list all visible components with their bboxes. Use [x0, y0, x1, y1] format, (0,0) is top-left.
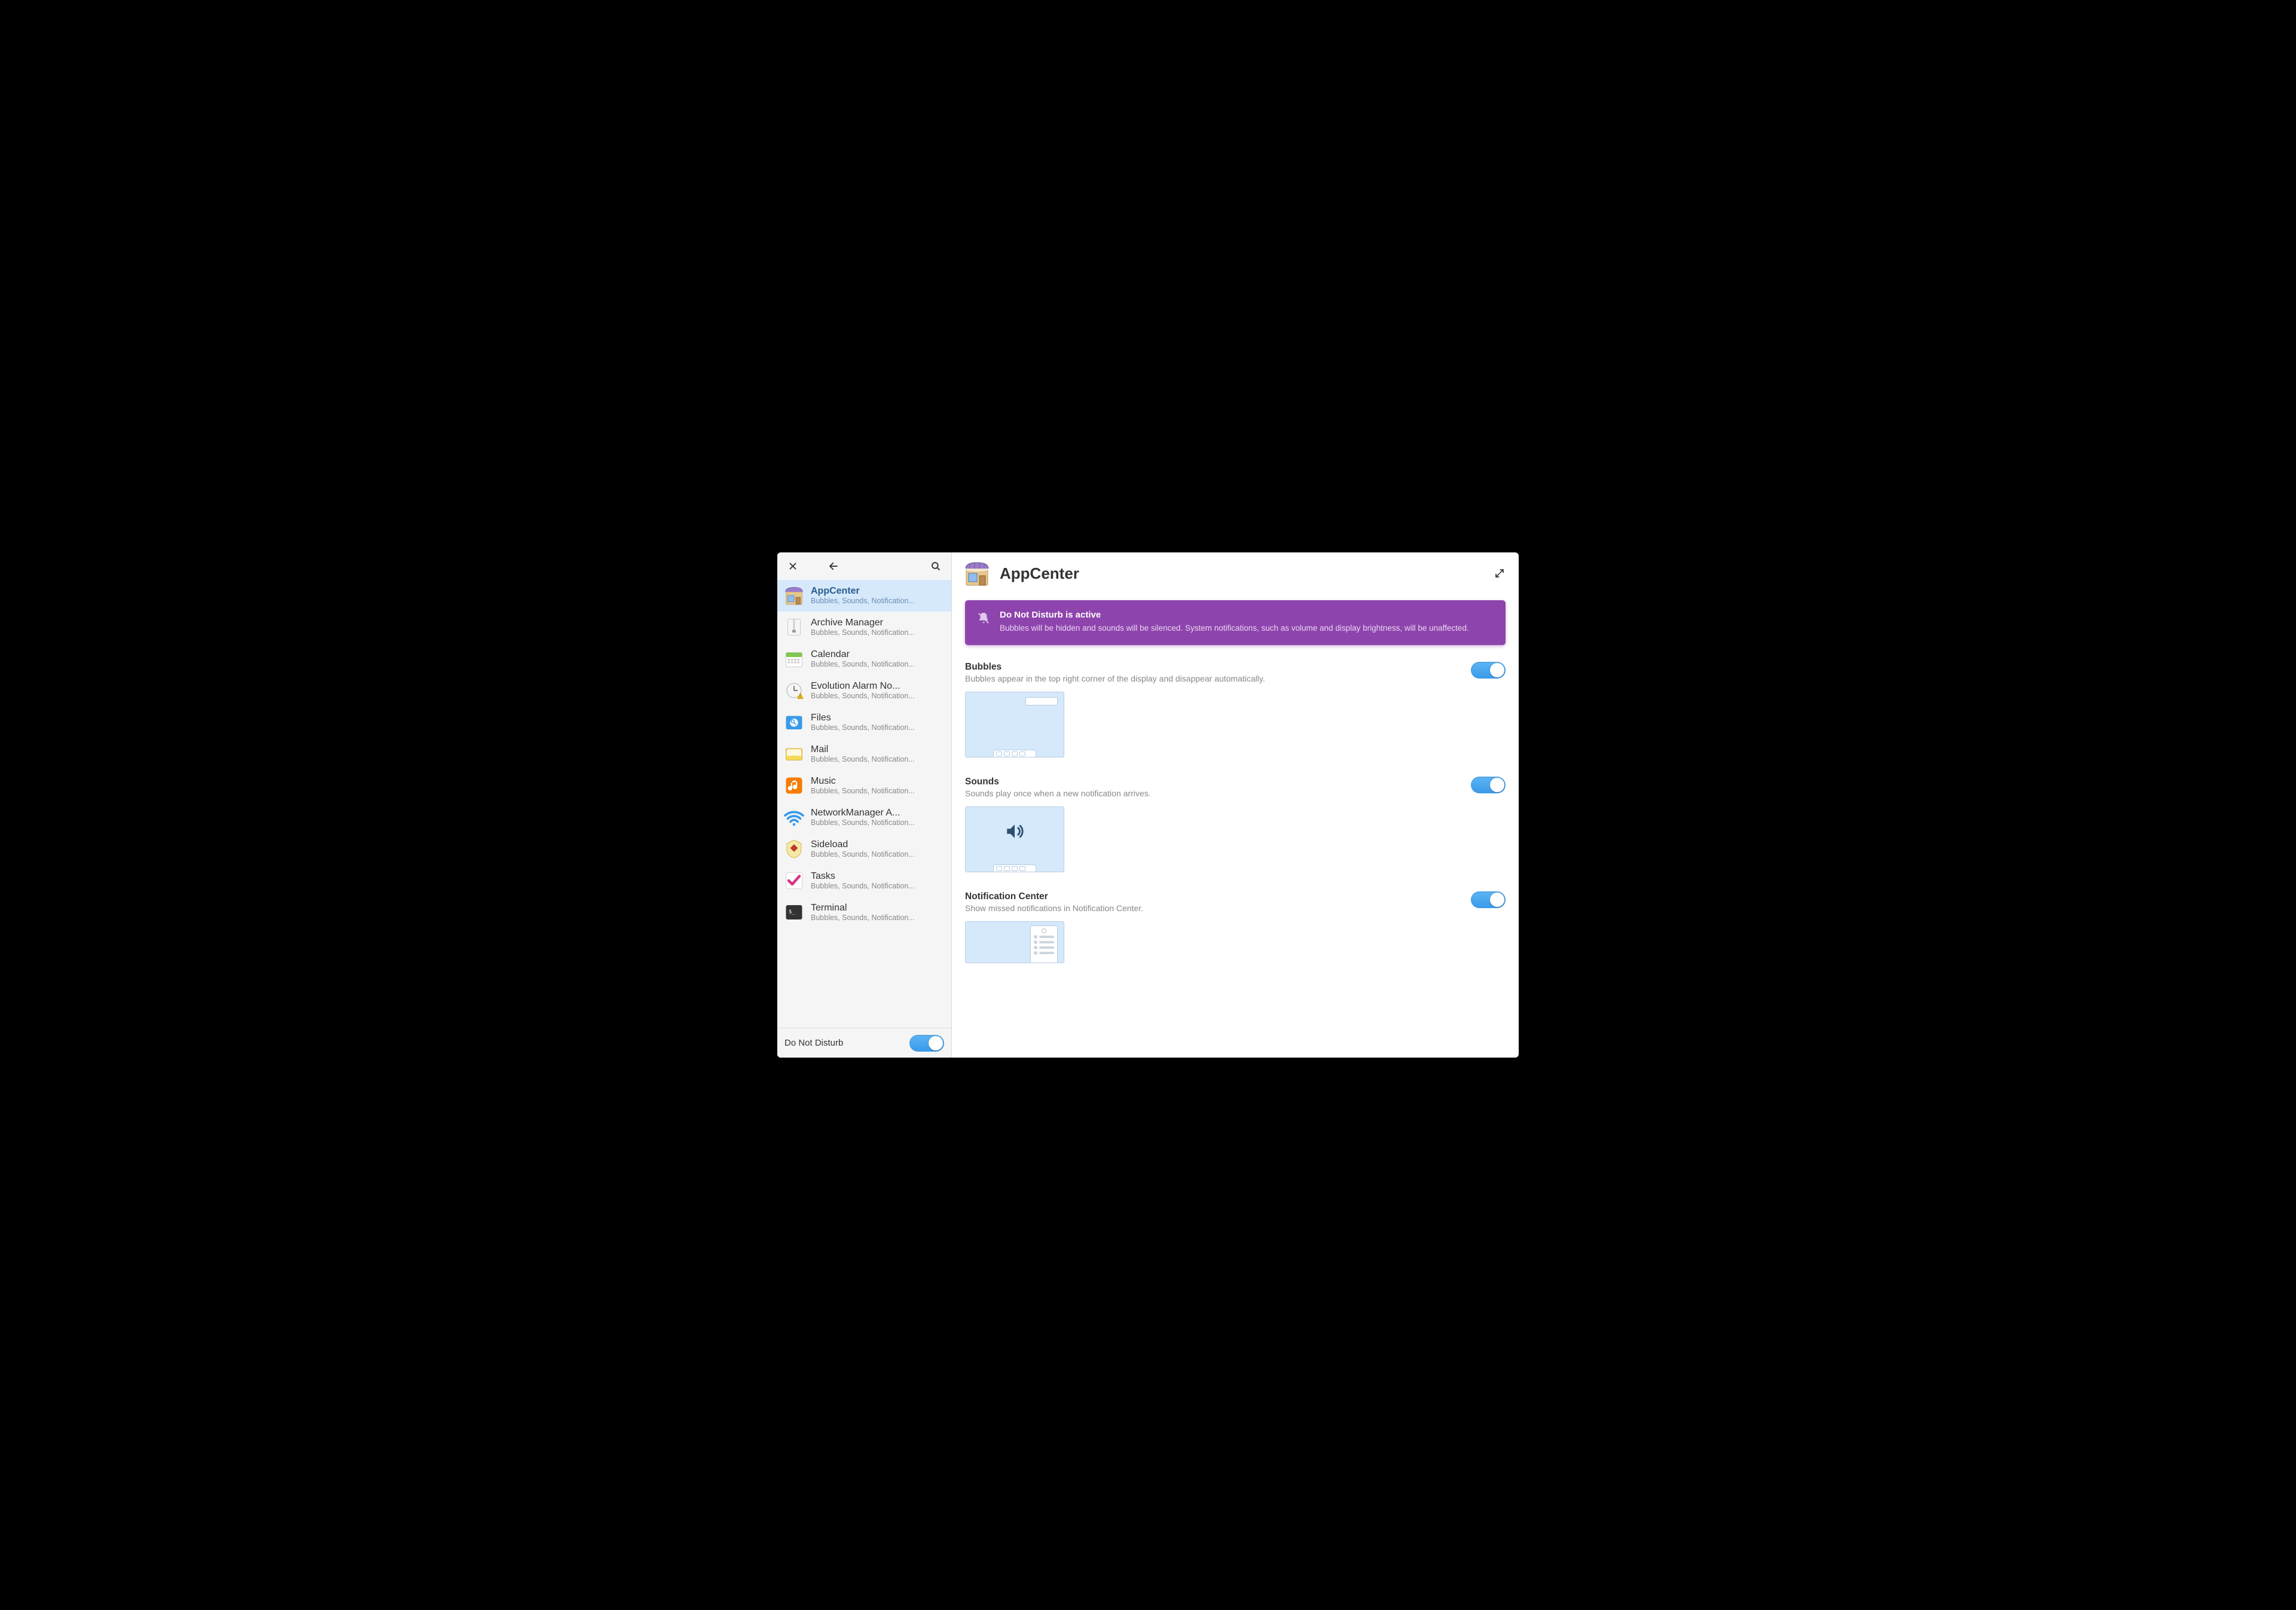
search-button[interactable] [925, 555, 947, 577]
app-name: Music [811, 776, 945, 787]
notification-center-toggle[interactable] [1471, 891, 1506, 908]
app-list[interactable]: AppCenter Bubbles, Sounds, Notification.… [777, 580, 951, 1028]
app-name: Mail [811, 744, 945, 755]
sidebar-item-calendar[interactable]: Calendar Bubbles, Sounds, Notification..… [777, 643, 951, 675]
music-icon [783, 775, 805, 796]
sidebar-item-tasks[interactable]: Tasks Bubbles, Sounds, Notification... [777, 865, 951, 897]
dnd-bar: Do Not Disturb [777, 1028, 951, 1058]
app-name: AppCenter [811, 586, 945, 597]
main-content: AppCenter Do Not Disturb is active Bubbl… [952, 552, 1519, 1058]
app-name: Evolution Alarm No... [811, 681, 945, 692]
setting-desc: Show missed notifications in Notificatio… [965, 903, 1459, 913]
sounds-preview [965, 806, 1064, 872]
setting-bubbles: Bubbles Bubbles appear in the top right … [965, 662, 1506, 757]
setting-title: Sounds [965, 777, 1459, 787]
settings-scroll[interactable]: Do Not Disturb is active Bubbles will be… [952, 594, 1519, 1058]
archive-icon [783, 616, 805, 638]
mail-icon [783, 743, 805, 765]
terminal-icon: $_ [783, 902, 805, 923]
page-title: AppCenter [1000, 564, 1483, 583]
sidebar-item-sideload[interactable]: Sideload Bubbles, Sounds, Notification..… [777, 833, 951, 865]
network-icon [783, 806, 805, 828]
sidebar-item-terminal[interactable]: $_ Terminal Bubbles, Sounds, Notificatio… [777, 897, 951, 928]
app-subtitle: Bubbles, Sounds, Notification... [811, 882, 945, 890]
calendar-icon [783, 648, 805, 670]
app-name: Terminal [811, 903, 945, 914]
sideload-icon [783, 838, 805, 860]
sidebar-item-mail[interactable]: Mail Bubbles, Sounds, Notification... [777, 738, 951, 770]
sidebar-item-files[interactable]: Files Bubbles, Sounds, Notification... [777, 707, 951, 738]
app-subtitle: Bubbles, Sounds, Notification... [811, 723, 945, 732]
sidebar-item-networkmanager-a[interactable]: NetworkManager A... Bubbles, Sounds, Not… [777, 802, 951, 833]
notification-center-preview [965, 921, 1064, 963]
setting-desc: Bubbles appear in the top right corner o… [965, 674, 1459, 683]
app-name: Sideload [811, 839, 945, 850]
sidebar-toolbar [777, 552, 951, 580]
sidebar-item-archive-manager[interactable]: Archive Manager Bubbles, Sounds, Notific… [777, 612, 951, 643]
setting-title: Notification Center [965, 891, 1459, 902]
app-subtitle: Bubbles, Sounds, Notification... [811, 692, 945, 700]
app-name: Calendar [811, 649, 945, 660]
app-name: Tasks [811, 871, 945, 882]
main-header: AppCenter [952, 552, 1519, 594]
dnd-banner: Do Not Disturb is active Bubbles will be… [965, 600, 1506, 645]
banner-body: Bubbles will be hidden and sounds will b… [1000, 622, 1469, 634]
dnd-toggle[interactable] [909, 1035, 944, 1052]
app-name: Files [811, 713, 945, 723]
svg-text:$_: $_ [789, 909, 795, 915]
app-subtitle: Bubbles, Sounds, Notification... [811, 755, 945, 763]
alarm-icon: ! [783, 680, 805, 701]
appcenter-icon [783, 585, 805, 606]
app-subtitle: Bubbles, Sounds, Notification... [811, 818, 945, 827]
sidebar: AppCenter Bubbles, Sounds, Notification.… [777, 552, 952, 1058]
tasks-icon [783, 870, 805, 891]
setting-sounds: Sounds Sounds play once when a new notif… [965, 777, 1506, 872]
svg-text:!: ! [799, 694, 801, 699]
setting-title: Bubbles [965, 662, 1459, 673]
bell-slash-icon [977, 612, 990, 625]
files-icon [783, 711, 805, 733]
close-button[interactable] [782, 555, 804, 577]
app-subtitle: Bubbles, Sounds, Notification... [811, 597, 945, 605]
dnd-label: Do Not Disturb [784, 1038, 843, 1048]
app-name: Archive Manager [811, 618, 945, 628]
app-subtitle: Bubbles, Sounds, Notification... [811, 660, 945, 668]
app-icon-large [963, 559, 991, 588]
notifications-settings-window: AppCenter Bubbles, Sounds, Notification.… [777, 552, 1519, 1058]
fullscreen-button[interactable] [1491, 565, 1508, 582]
app-subtitle: Bubbles, Sounds, Notification... [811, 787, 945, 795]
back-button[interactable] [823, 555, 844, 577]
app-name: NetworkManager A... [811, 808, 945, 818]
app-subtitle: Bubbles, Sounds, Notification... [811, 850, 945, 859]
app-subtitle: Bubbles, Sounds, Notification... [811, 914, 945, 922]
setting-notification-center: Notification Center Show missed notifica… [965, 891, 1506, 963]
sidebar-item-evolution-alarm-no[interactable]: ! Evolution Alarm No... Bubbles, Sounds,… [777, 675, 951, 707]
bubbles-toggle[interactable] [1471, 662, 1506, 679]
sidebar-item-music[interactable]: Music Bubbles, Sounds, Notification... [777, 770, 951, 802]
speaker-icon [1004, 821, 1025, 844]
setting-desc: Sounds play once when a new notification… [965, 789, 1459, 798]
sidebar-item-appcenter[interactable]: AppCenter Bubbles, Sounds, Notification.… [777, 580, 951, 612]
app-subtitle: Bubbles, Sounds, Notification... [811, 628, 945, 637]
bubbles-preview [965, 692, 1064, 757]
banner-title: Do Not Disturb is active [1000, 610, 1469, 620]
sounds-toggle[interactable] [1471, 777, 1506, 793]
